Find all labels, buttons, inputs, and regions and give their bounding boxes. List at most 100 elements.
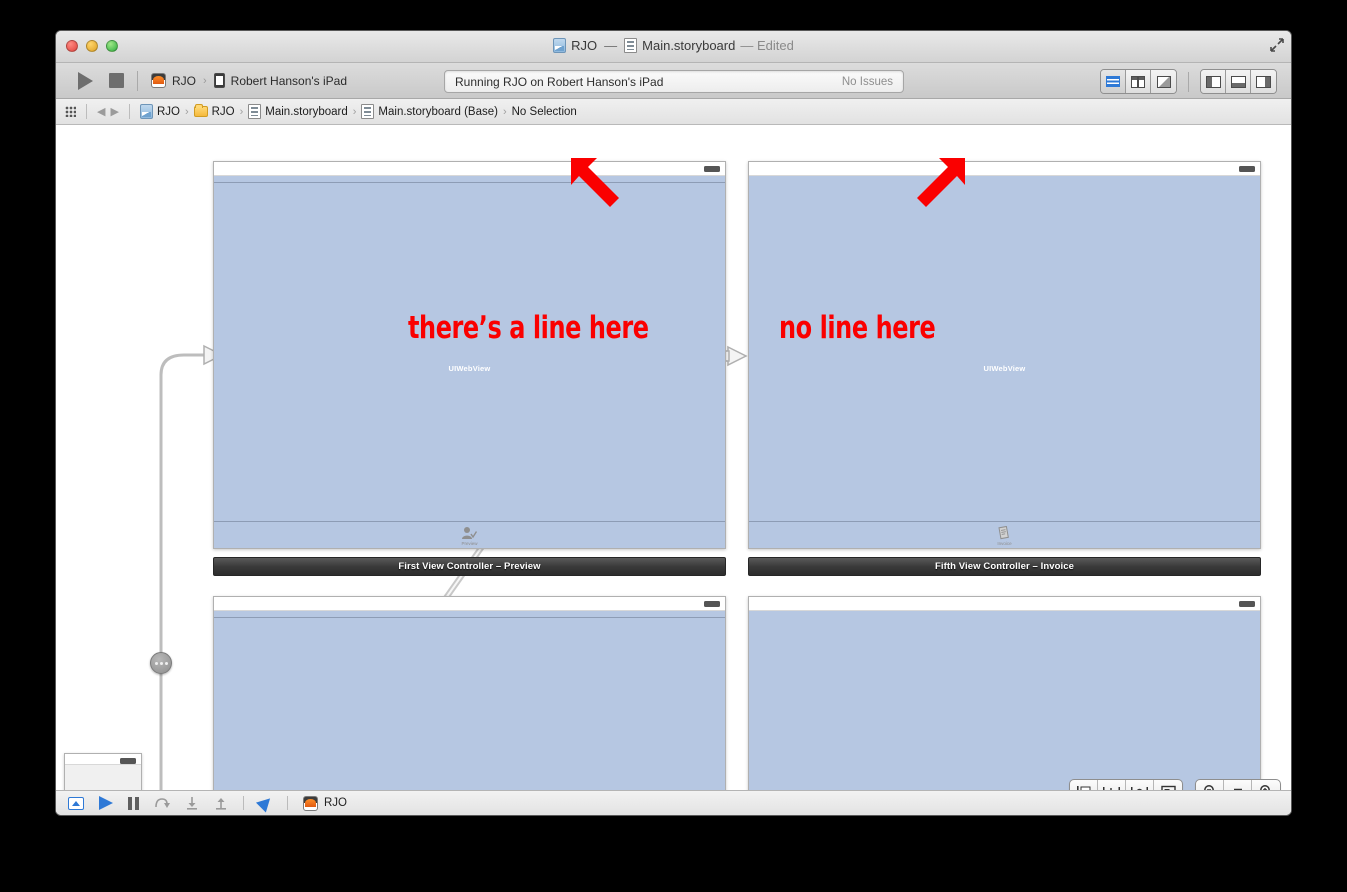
step-out-button[interactable] (214, 796, 228, 810)
breadcrumb-label: Main.storyboard (Base) (378, 105, 498, 118)
breadcrumb-item-project[interactable]: RJO (139, 104, 180, 119)
person-check-icon (462, 526, 478, 539)
simulate-location-button[interactable] (255, 793, 276, 813)
xcode-project-icon (553, 38, 567, 53)
xcode-project-icon (139, 104, 153, 119)
debug-process-selector[interactable]: RJO (303, 795, 347, 811)
breadcrumb-label: No Selection (511, 105, 577, 118)
chevron-right-icon: › (203, 74, 207, 87)
scene-label-first-view-controller[interactable]: First View Controller – Preview (213, 557, 726, 576)
hide-debug-area-button[interactable] (68, 796, 84, 810)
forward-button[interactable]: ▶ (110, 105, 118, 118)
view-toggle-segmented-control[interactable] (1200, 69, 1277, 94)
debug-panel-icon (1230, 75, 1246, 88)
chevron-right-icon: › (352, 105, 357, 118)
lines-icon (1106, 76, 1120, 87)
window-title-state: — Edited (740, 38, 794, 53)
pathbar-divider-2 (128, 104, 130, 119)
uiwebview-label: UIWebView (448, 364, 491, 373)
device-icon (213, 73, 225, 88)
folder-icon (193, 104, 208, 117)
annotation-theres-a-line-here: there’s a line here (408, 310, 649, 346)
stop-button[interactable] (109, 73, 124, 88)
tab-bar-item-invoice[interactable]: Invoice (997, 525, 1012, 546)
storyboard-icon (248, 104, 262, 119)
breadcrumb-label: RJO (211, 105, 235, 118)
toggle-debug-button[interactable] (1226, 70, 1251, 93)
grid-icon[interactable] (65, 106, 76, 117)
version-editor-button[interactable] (1151, 70, 1176, 93)
activity-status-field[interactable]: Running RJO on Robert Hanson's iPad No I… (444, 70, 904, 93)
status-bar (749, 162, 1260, 176)
debug-process-label: RJO (324, 797, 347, 809)
xcode-window: RJO — Main.storyboard — Edited RJO › Rob… (55, 30, 1292, 816)
pause-button[interactable] (128, 796, 139, 810)
standard-editor-button[interactable] (1101, 70, 1126, 93)
toggle-utilities-button[interactable] (1251, 70, 1276, 93)
tab-bar-item-preview[interactable]: Preview (461, 526, 478, 546)
tab-bar-item-label: Invoice (997, 540, 1012, 546)
scheme-name: RJO (172, 73, 196, 88)
battery-icon (120, 758, 136, 764)
debug-bar: RJO (56, 790, 1291, 815)
step-over-icon (155, 798, 170, 808)
window-title-separator: — (604, 38, 618, 53)
pathbar-divider (86, 104, 87, 119)
view-body[interactable]: UIWebView Invoice (749, 176, 1260, 548)
status-bar (214, 597, 725, 611)
app-icon (303, 795, 318, 811)
toggle-navigator-button[interactable] (1201, 70, 1226, 93)
editor-mode-segmented-control[interactable] (1100, 69, 1177, 94)
assistant-icon (1131, 75, 1145, 88)
toolbar-divider-2 (1188, 71, 1189, 92)
storyboard-canvas[interactable]: UIWebView Preview First View Controller … (56, 125, 1291, 813)
breadcrumb-item-storyboard[interactable]: Main.storyboard (248, 104, 348, 119)
storyboard-icon (361, 104, 375, 119)
scene-label-fifth-view-controller[interactable]: Fifth View Controller – Invoice (748, 557, 1261, 576)
breadcrumb-item-selection[interactable]: No Selection (512, 106, 577, 118)
run-button[interactable] (78, 71, 93, 90)
back-button[interactable]: ◀ (97, 105, 105, 118)
step-into-button[interactable] (185, 796, 199, 810)
scene-third-view-controller[interactable]: UIWebView (213, 596, 726, 813)
window-titlebar: RJO — Main.storyboard — Edited (56, 31, 1291, 63)
chevron-right-icon: › (184, 105, 189, 118)
status-bar (65, 754, 141, 765)
issues-count: No Issues (841, 75, 893, 88)
navigator-panel-icon (1205, 75, 1221, 88)
view-body[interactable]: UIWebView (214, 611, 725, 813)
breadcrumb-item-storyboard-base[interactable]: Main.storyboard (Base) (361, 104, 498, 119)
assistant-editor-button[interactable] (1126, 70, 1151, 93)
storyboard-entry-point[interactable] (150, 652, 172, 674)
scheme-breadcrumb[interactable]: RJO › Robert Hanson's iPad (151, 73, 347, 88)
run-destination: Robert Hanson's iPad (230, 73, 348, 88)
tab-bar-item-label: Preview (461, 540, 478, 546)
version-icon (1156, 75, 1171, 88)
battery-icon (1239, 166, 1255, 172)
toolbar-right-controls (1100, 69, 1277, 94)
chevron-right-icon: › (502, 105, 507, 118)
window-title: RJO — Main.storyboard — Edited (56, 38, 1291, 53)
view-body[interactable]: UIWebView Preview (214, 176, 725, 548)
breadcrumb: ◀ ▶ RJO › RJO › Main.storyboard › Main.s… (56, 99, 1291, 125)
battery-icon (704, 601, 720, 607)
status-bar (214, 162, 725, 176)
breadcrumb-label: RJO (156, 105, 180, 118)
fullscreen-icon[interactable] (1269, 37, 1285, 53)
scene-fifth-view-controller[interactable]: UIWebView Invoice (748, 161, 1261, 549)
window-title-document: Main.storyboard (642, 38, 736, 53)
breadcrumb-label: Main.storyboard (265, 105, 348, 118)
breadcrumb-item-folder[interactable]: RJO (193, 104, 235, 118)
debug-divider-2 (287, 796, 288, 810)
battery-icon (1239, 601, 1255, 607)
utilities-panel-icon (1256, 75, 1271, 88)
navigation-separator-line (214, 182, 725, 183)
step-over-button[interactable] (154, 796, 170, 810)
window-title-app: RJO (571, 38, 598, 53)
tab-bar[interactable]: Preview (214, 521, 725, 548)
app-icon (151, 73, 166, 88)
tab-bar[interactable]: Invoice (749, 521, 1260, 548)
scene-first-view-controller[interactable]: UIWebView Preview (213, 161, 726, 549)
battery-icon (704, 166, 720, 172)
breakpoints-button[interactable] (99, 796, 113, 810)
